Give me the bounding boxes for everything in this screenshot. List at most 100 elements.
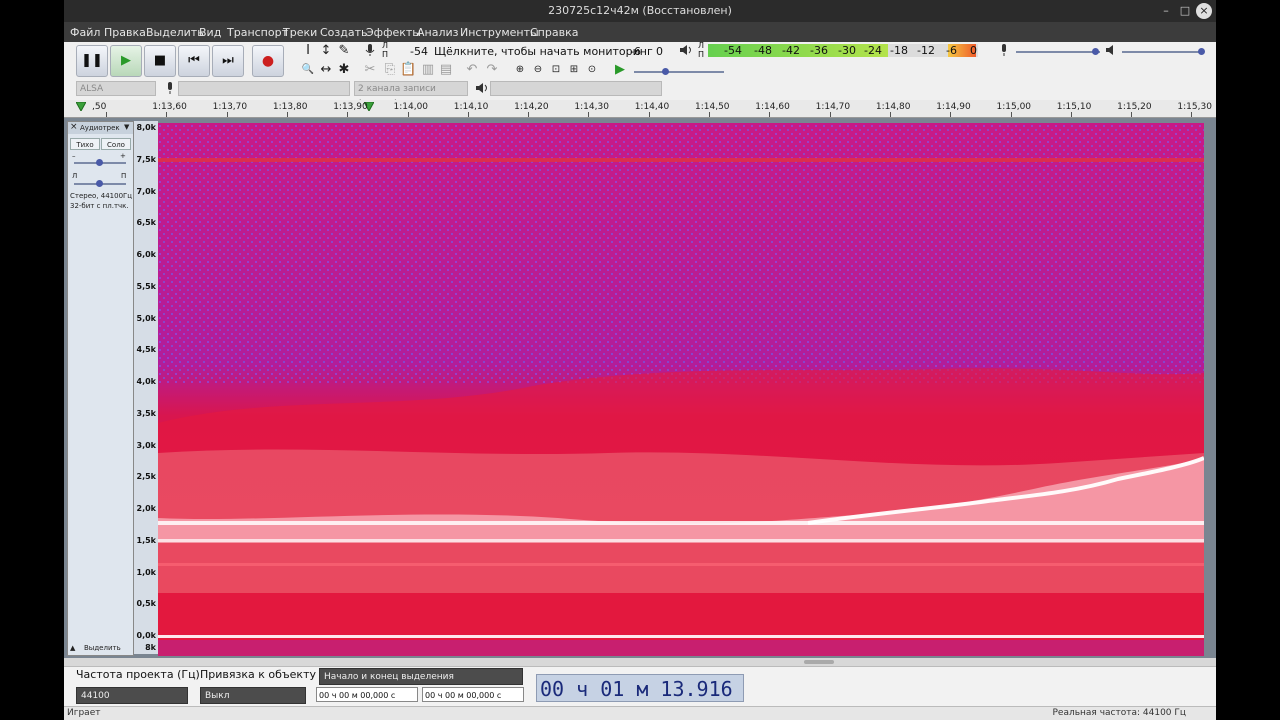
project-rate-select[interactable]: 44100 (76, 687, 188, 704)
skip-to-end-button[interactable]: ⏭ (212, 45, 244, 77)
menu-analyze[interactable]: Анализ (417, 26, 459, 39)
menu-view[interactable]: Вид (199, 26, 221, 39)
menu-select[interactable]: Выделить (146, 26, 204, 39)
menu-effects[interactable]: Эффекты (366, 26, 421, 39)
menu-edit[interactable]: Правка (104, 26, 146, 39)
actual-rate-text: Реальная частота: 44100 Гц (1052, 708, 1187, 718)
play-meter-tick-30: -30 (838, 44, 856, 57)
play-region-start-marker[interactable] (76, 102, 86, 111)
solo-button[interactable]: Соло (101, 138, 131, 150)
horizontal-scrollbar[interactable] (64, 658, 1216, 666)
trim-icon[interactable]: ▥ (420, 62, 436, 78)
audio-host-select[interactable]: ALSA (76, 81, 156, 96)
selection-end-time[interactable]: 00 ч 00 м 00,000 с (422, 687, 524, 702)
ruler-tick (106, 112, 107, 117)
menu-transport[interactable]: Транспорт (227, 26, 288, 39)
stop-button[interactable]: ■ (144, 45, 176, 77)
maximize-button[interactable]: □ (1177, 3, 1193, 19)
timeshift-tool-icon[interactable]: ↔ (318, 62, 334, 78)
ruler-tick (528, 112, 530, 117)
timeline-ruler[interactable]: ,50 1:13,60 1:13,70 1:13,80 1:13,90 1:14,00 1:… (64, 100, 1216, 118)
frequency-label: 3,5k (136, 408, 157, 418)
zoom-in-icon[interactable]: ⊕ (512, 62, 528, 78)
draw-tool-icon[interactable]: ✎ (336, 43, 352, 59)
rec-meter-left-label: Л (382, 41, 389, 50)
menu-help[interactable]: Справка (530, 26, 578, 39)
audio-position-display[interactable]: 00 ч 01 м 13.916 с (536, 674, 744, 720)
scrollbar-thumb[interactable] (804, 660, 834, 664)
play-at-speed-slider[interactable] (634, 71, 724, 73)
play-at-speed-icon[interactable]: ▶ (612, 62, 628, 78)
snap-to-label: Привязка к объекту (200, 668, 316, 681)
minimize-button[interactable]: – (1158, 3, 1174, 19)
fit-project-icon[interactable]: ⊞ (566, 62, 582, 78)
zoom-tool-icon[interactable]: 🔍 (300, 62, 316, 78)
fit-selection-icon[interactable]: ⊡ (548, 62, 564, 78)
track-name[interactable]: Аудиотрек (80, 124, 120, 132)
ruler-tick (1070, 112, 1072, 117)
ruler-time-label: 1:13,90 (333, 102, 368, 112)
rec-meter-tick-6: -6 (630, 45, 641, 58)
status-text: Играет (67, 708, 101, 718)
track-area: × Аудиотрек ▼ Тихо Соло – + Л П Стерео, … (64, 118, 1216, 658)
close-button[interactable]: × (1196, 3, 1212, 19)
paste-icon[interactable]: 📋 (400, 62, 416, 78)
recording-volume-knob[interactable] (1092, 48, 1099, 55)
track-name-bar[interactable]: × Аудиотрек ▼ (68, 122, 133, 134)
pause-button[interactable]: ❚❚ (76, 45, 108, 77)
project-rate-label: Частота проекта (Гц) (76, 668, 200, 681)
ruler-time-label: 1:15,10 (1056, 102, 1092, 112)
selection-mode-select[interactable]: Начало и конец выделения (319, 668, 523, 685)
frequency-label: 4,0k (136, 377, 157, 386)
snap-to-select[interactable]: Выкл (200, 687, 306, 704)
play-meter-tick-54: -54 (724, 44, 742, 57)
ruler-time-label: 1:14,80 (875, 102, 911, 112)
recording-volume-slider[interactable] (1016, 51, 1100, 53)
selection-tool-icon[interactable]: I (300, 43, 316, 59)
frequency-label: 7,0k (136, 186, 157, 196)
collapse-track-icon[interactable]: ▲ (70, 644, 75, 652)
menu-generate[interactable]: Создать (320, 26, 368, 39)
playback-volume-slider[interactable] (1122, 51, 1204, 53)
play-meter-tick-6: -6 (946, 44, 957, 57)
input-channels-select[interactable]: 2 канала записи (стерео) (354, 81, 468, 109)
playback-volume-knob[interactable] (1198, 48, 1205, 55)
output-device-select[interactable] (490, 81, 662, 96)
redo-icon[interactable]: ↷ (484, 62, 500, 78)
envelope-tool-icon[interactable]: ↕ (318, 43, 334, 59)
microphone-icon[interactable] (362, 43, 378, 59)
ruler-time-label: 1:13,60 (152, 102, 187, 112)
ruler-tick (1010, 112, 1012, 117)
select-track-button[interactable]: Выделить (84, 644, 121, 652)
track-close-button[interactable]: × (70, 122, 78, 132)
input-device-select[interactable] (178, 81, 350, 96)
copy-icon[interactable]: ⎘ (382, 62, 398, 78)
play-meter-right-label: П (698, 50, 705, 59)
undo-icon[interactable]: ↶ (464, 62, 480, 78)
record-button[interactable]: ● (252, 45, 284, 77)
ruler-time-label: 1:15,00 (996, 102, 1032, 112)
track-menu-chevron-icon[interactable]: ▼ (124, 123, 129, 131)
gain-knob[interactable] (96, 159, 103, 166)
menu-tools[interactable]: Инструменты (460, 26, 539, 39)
ruler-tick (407, 112, 409, 117)
spectrogram-view[interactable] (158, 123, 1204, 656)
speaker-icon[interactable] (678, 43, 694, 59)
play-at-speed-knob[interactable] (662, 68, 669, 75)
menu-file[interactable]: Файл (70, 26, 100, 39)
ruler-tick (648, 112, 650, 117)
menu-tracks[interactable]: Треки (283, 26, 317, 39)
mute-button[interactable]: Тихо (70, 138, 100, 150)
zoom-toggle-icon[interactable]: ⊙ (584, 62, 600, 78)
pan-knob[interactable] (96, 180, 103, 187)
ruler-tick (769, 112, 771, 117)
selection-start-time[interactable]: 00 ч 00 м 00,000 с (316, 687, 418, 702)
zoom-out-icon[interactable]: ⊖ (530, 62, 546, 78)
play-button[interactable]: ▶ (110, 45, 142, 77)
frequency-label: 5,0k (136, 313, 157, 323)
monitor-hint[interactable]: Щёлкните, чтобы начать мониторинг (434, 45, 653, 58)
multi-tool-icon[interactable]: ✱ (336, 62, 352, 78)
skip-to-start-button[interactable]: ⏮ (178, 45, 210, 77)
silence-icon[interactable]: ▤ (438, 62, 454, 78)
cut-icon[interactable]: ✂ (362, 62, 378, 78)
